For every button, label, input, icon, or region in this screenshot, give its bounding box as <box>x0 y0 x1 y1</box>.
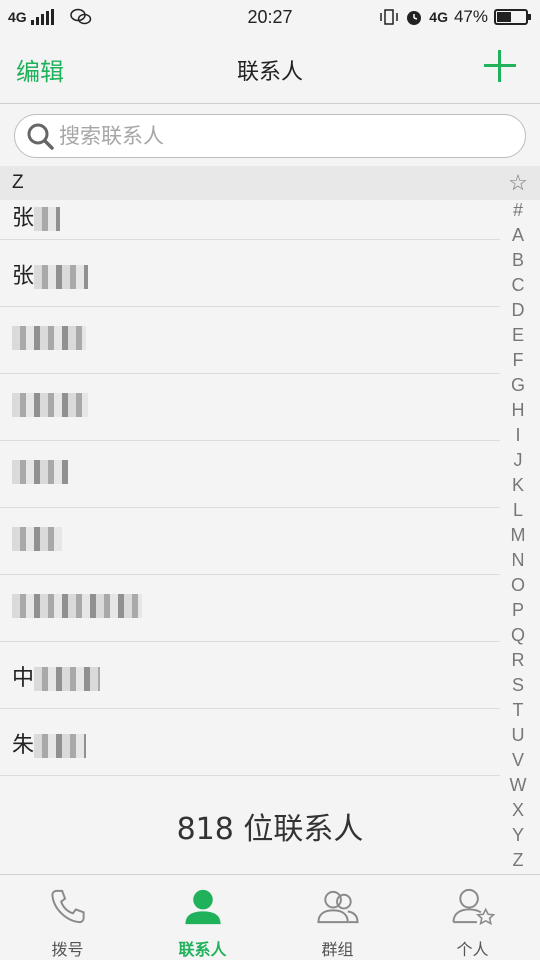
index-letter[interactable]: O <box>511 573 525 598</box>
tab-dialer[interactable]: 拨号 <box>0 875 135 960</box>
bottom-tab-bar: 拨号 联系人 群组 个人 <box>0 874 540 960</box>
index-letter[interactable]: I <box>515 423 520 448</box>
contact-name: 张 <box>12 264 35 289</box>
list-item[interactable]: 朱 <box>0 709 500 776</box>
index-letter[interactable]: K <box>512 473 524 498</box>
list-item[interactable]: 张 <box>0 200 500 240</box>
redacted-text <box>34 207 61 231</box>
index-letter[interactable]: V <box>512 748 524 773</box>
list-item[interactable]: 张 <box>0 240 500 307</box>
list-item[interactable] <box>0 508 500 575</box>
list-item[interactable]: 中 <box>0 642 500 709</box>
index-letter[interactable]: F <box>513 348 524 373</box>
header: 编辑 联系人 <box>0 36 540 104</box>
index-letter[interactable]: Q <box>511 623 525 648</box>
tab-personal[interactable]: 个人 <box>405 875 540 960</box>
phone-icon <box>50 889 85 924</box>
page-title: 联系人 <box>236 60 303 85</box>
redacted-text <box>34 265 89 289</box>
index-letter[interactable]: Y <box>512 823 524 848</box>
tab-label: 拨号 <box>51 940 84 959</box>
index-letter[interactable]: Z <box>513 848 524 873</box>
index-letter[interactable]: G <box>511 373 525 398</box>
contact-list: 张 张 中 朱 <box>0 200 500 776</box>
redacted-text <box>12 393 88 417</box>
vibrate-icon <box>380 9 399 25</box>
person-icon <box>184 889 221 925</box>
index-letter[interactable]: C <box>512 273 525 298</box>
add-contact-button[interactable] <box>484 50 516 82</box>
index-letter[interactable]: H <box>512 398 525 423</box>
index-letter[interactable]: U <box>512 723 525 748</box>
index-letter[interactable]: # <box>513 198 523 223</box>
index-letter[interactable]: S <box>512 673 524 698</box>
index-letter[interactable]: N <box>512 548 525 573</box>
index-letter[interactable]: W <box>510 773 527 798</box>
status-bar: 4G 20:27 4G 47% <box>0 0 540 36</box>
person-star-icon <box>451 888 495 926</box>
index-letter[interactable]: M <box>511 523 526 548</box>
index-letter[interactable]: A <box>512 223 524 248</box>
index-letter[interactable]: L <box>513 498 523 523</box>
search-input[interactable] <box>59 124 479 148</box>
section-header: Z <box>0 166 540 200</box>
index-letter[interactable]: R <box>512 648 525 673</box>
tab-groups[interactable]: 群组 <box>270 875 405 960</box>
redacted-text <box>12 460 68 484</box>
tab-label: 个人 <box>456 940 489 959</box>
index-letter[interactable]: P <box>512 598 524 623</box>
contact-name: 中 <box>12 666 35 691</box>
alarm-icon <box>407 11 422 25</box>
redacted-text <box>12 326 86 350</box>
index-letter[interactable]: T <box>513 698 524 723</box>
tab-contacts[interactable]: 联系人 <box>135 875 270 960</box>
section-letter: Z <box>12 172 24 193</box>
redacted-text <box>12 527 62 551</box>
index-letter[interactable]: X <box>512 798 524 823</box>
redacted-text <box>12 594 142 618</box>
index-letter[interactable]: D <box>512 298 525 323</box>
contact-name: 张 <box>12 206 35 231</box>
network-type-right: 4G <box>429 9 448 25</box>
list-item[interactable] <box>0 307 500 374</box>
contact-count: 818 位联系人 <box>176 812 364 847</box>
tab-label: 群组 <box>321 940 354 959</box>
index-letter[interactable]: E <box>512 323 524 348</box>
index-letter[interactable]: B <box>512 248 524 273</box>
redacted-text <box>34 667 101 691</box>
favorites-star-icon[interactable]: ☆ <box>508 170 528 198</box>
tab-label: 联系人 <box>178 940 227 959</box>
group-icon <box>316 890 359 924</box>
search-icon <box>27 123 54 150</box>
battery-icon <box>494 9 531 25</box>
search-bar[interactable] <box>14 114 526 158</box>
list-item[interactable] <box>0 575 500 642</box>
contact-name: 朱 <box>12 733 35 758</box>
list-item[interactable] <box>0 441 500 508</box>
battery-percent: 47% <box>453 7 488 26</box>
redacted-text <box>34 734 87 758</box>
list-item[interactable] <box>0 374 500 441</box>
alphabet-index[interactable]: ☆ # A B C D E F G H I J K L M N O P Q R … <box>506 170 530 873</box>
index-letter[interactable]: J <box>514 448 523 473</box>
